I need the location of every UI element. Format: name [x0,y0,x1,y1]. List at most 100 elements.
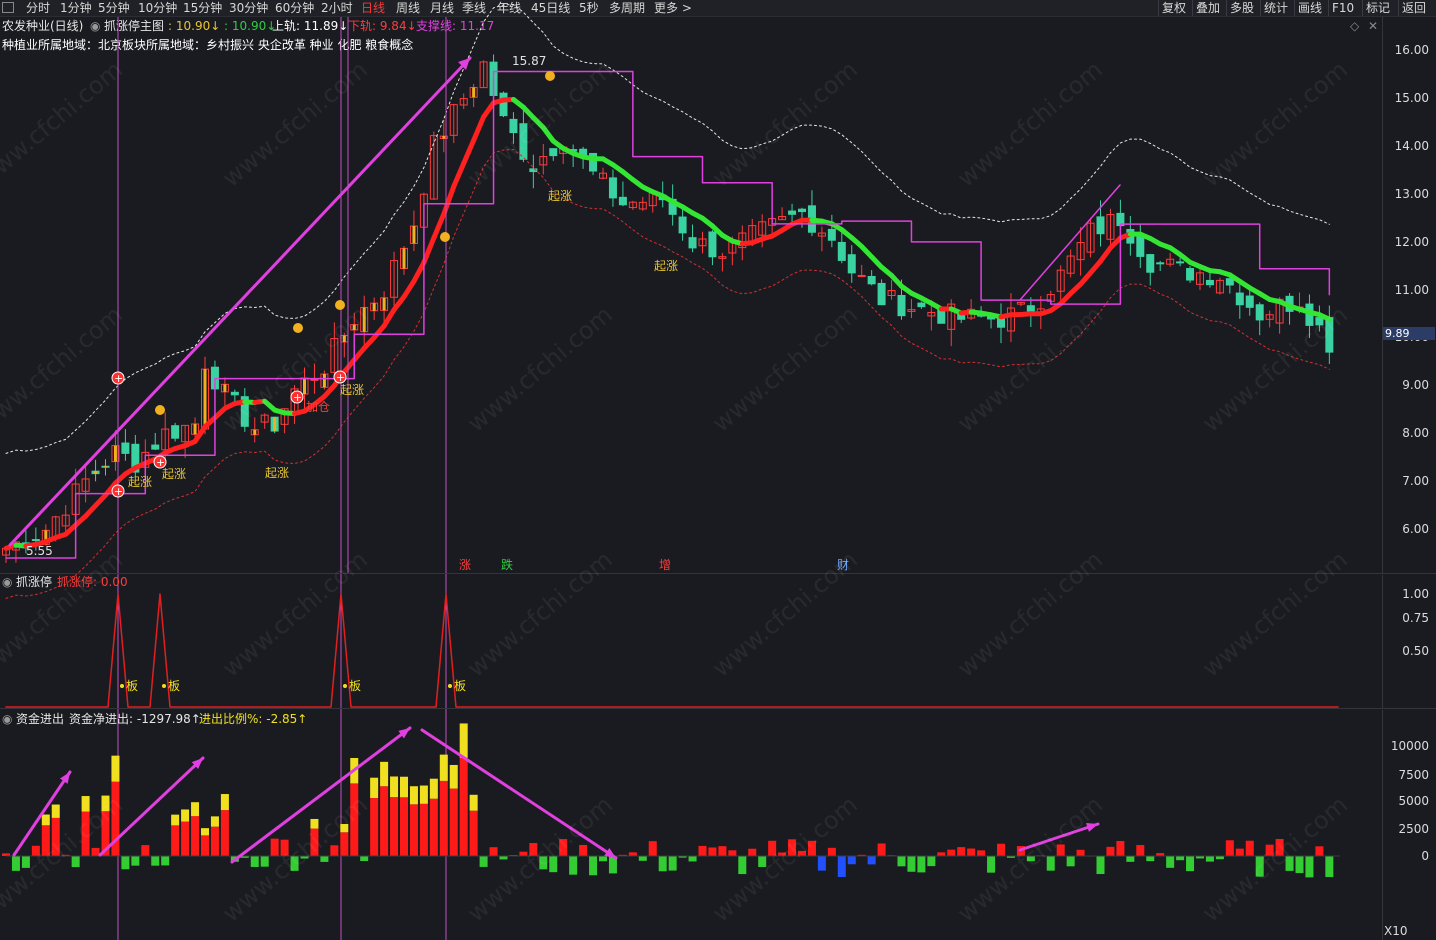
toolbar-button-7[interactable]: 返回 [1398,0,1429,16]
signal-label: 起涨 [162,466,186,481]
fund-bar [579,844,588,856]
trend-line [441,184,457,217]
trend-line [451,160,467,190]
zt-bar [273,417,277,432]
board-label: 板 [168,679,180,693]
fund-bar [817,856,826,871]
zt-bar [322,374,326,388]
fund-bar [867,856,876,865]
fund-bar [748,848,757,856]
fund-bar [499,856,508,860]
axis-tick: 13.00 [1394,186,1429,201]
zt-bar [203,369,207,430]
fund-bar-top [409,786,418,805]
zt-line [5,593,1339,708]
fund-bar [1166,856,1175,868]
signal-label: 起涨 [654,258,678,273]
fund-bar [977,850,986,856]
zt-bar [253,429,257,435]
fund-bar-top [220,794,229,811]
fund-bar [1066,856,1075,867]
fund-bar-top [449,764,458,789]
fund-bar-top [51,804,60,818]
board-dot [343,684,347,688]
trend-line [381,307,397,329]
fund-bar-top [459,723,468,758]
fund-bar [658,856,667,872]
fund-bar-top [469,794,478,811]
board-dot [120,684,124,688]
axis-tick: 6.00 [1402,522,1429,536]
kline-chart[interactable]: 15.875.55起涨起涨 起涨加仓起涨起涨起涨涨跌增财+++++板板板板 [0,0,1382,940]
signal-label: 起涨 [548,188,572,203]
fund-bar [151,856,160,866]
candle-body [121,442,130,454]
collapse-icon[interactable]: ◉ [2,712,12,726]
event-marker: 跌 [501,557,513,572]
fund-bar [1205,856,1214,862]
board-label: 板 [454,679,466,693]
fund-bar [489,847,498,856]
fund-bar [210,826,219,856]
fund-bar-top [429,778,438,799]
candle-body [1156,262,1165,265]
fund-bar [1126,856,1135,862]
fund-bar [449,788,458,856]
candle-body [1136,236,1145,257]
multiplier-label: X10 [1384,924,1408,938]
fund-bar [360,856,369,862]
fund-bar [270,838,279,856]
axis-tick: 5000 [1398,794,1429,808]
trend-arrow [1019,184,1121,301]
signal-label: 起涨 [128,474,152,489]
fund-bar [191,816,200,856]
board-dot [162,684,166,688]
board-label: 板 [126,679,138,693]
fund-bar [628,852,637,856]
fund-bar [400,797,408,856]
fund-bar [967,848,976,856]
plus-icon-glyph: + [156,456,165,469]
candle-body [937,309,946,324]
fund-bar [917,856,926,873]
candle-body [917,302,926,308]
zt-bar [104,466,107,468]
zt-bar [442,136,446,139]
event-marker: 涨 [459,557,471,572]
zt-bar [113,445,117,462]
candle-body [1146,254,1155,273]
zt-bar [382,297,386,311]
fund-bar [390,797,399,856]
axis-tick: 11.00 [1394,282,1429,297]
candle-body [1245,295,1254,308]
signal-label: 起涨 [340,382,364,397]
fund-bar [1325,856,1334,878]
candle-body [549,148,558,157]
fund-bar-top [370,777,379,799]
fund-bar [1136,845,1145,856]
fund-bar [161,856,170,866]
fund-net: 资金净进出: -1297.98↑ [69,712,201,726]
candle-body [897,295,906,317]
fund-bar [181,821,190,856]
candle-body [1176,261,1185,264]
candle-body [857,274,866,277]
fund-bar [171,825,180,856]
axis-tick: 15.00 [1394,90,1429,105]
fund-bar [1096,856,1105,875]
fund-bar [409,804,418,856]
fund-bar [380,786,389,856]
zt-bar [303,377,306,395]
board-dot [448,684,452,688]
fund-bar [738,856,747,875]
candle-body [1235,292,1244,306]
zt-axis: 1.00 0.75 0.50 [1382,575,1436,708]
fund-bar [927,856,936,867]
candle-body [847,254,856,274]
fund-bar [907,856,916,872]
fund-bar [1076,849,1085,856]
collapse-icon[interactable]: ◉ [2,575,12,589]
fund-bar [220,810,229,856]
plus-icon-glyph: + [293,391,302,404]
low-label: 5.55 [26,544,53,558]
